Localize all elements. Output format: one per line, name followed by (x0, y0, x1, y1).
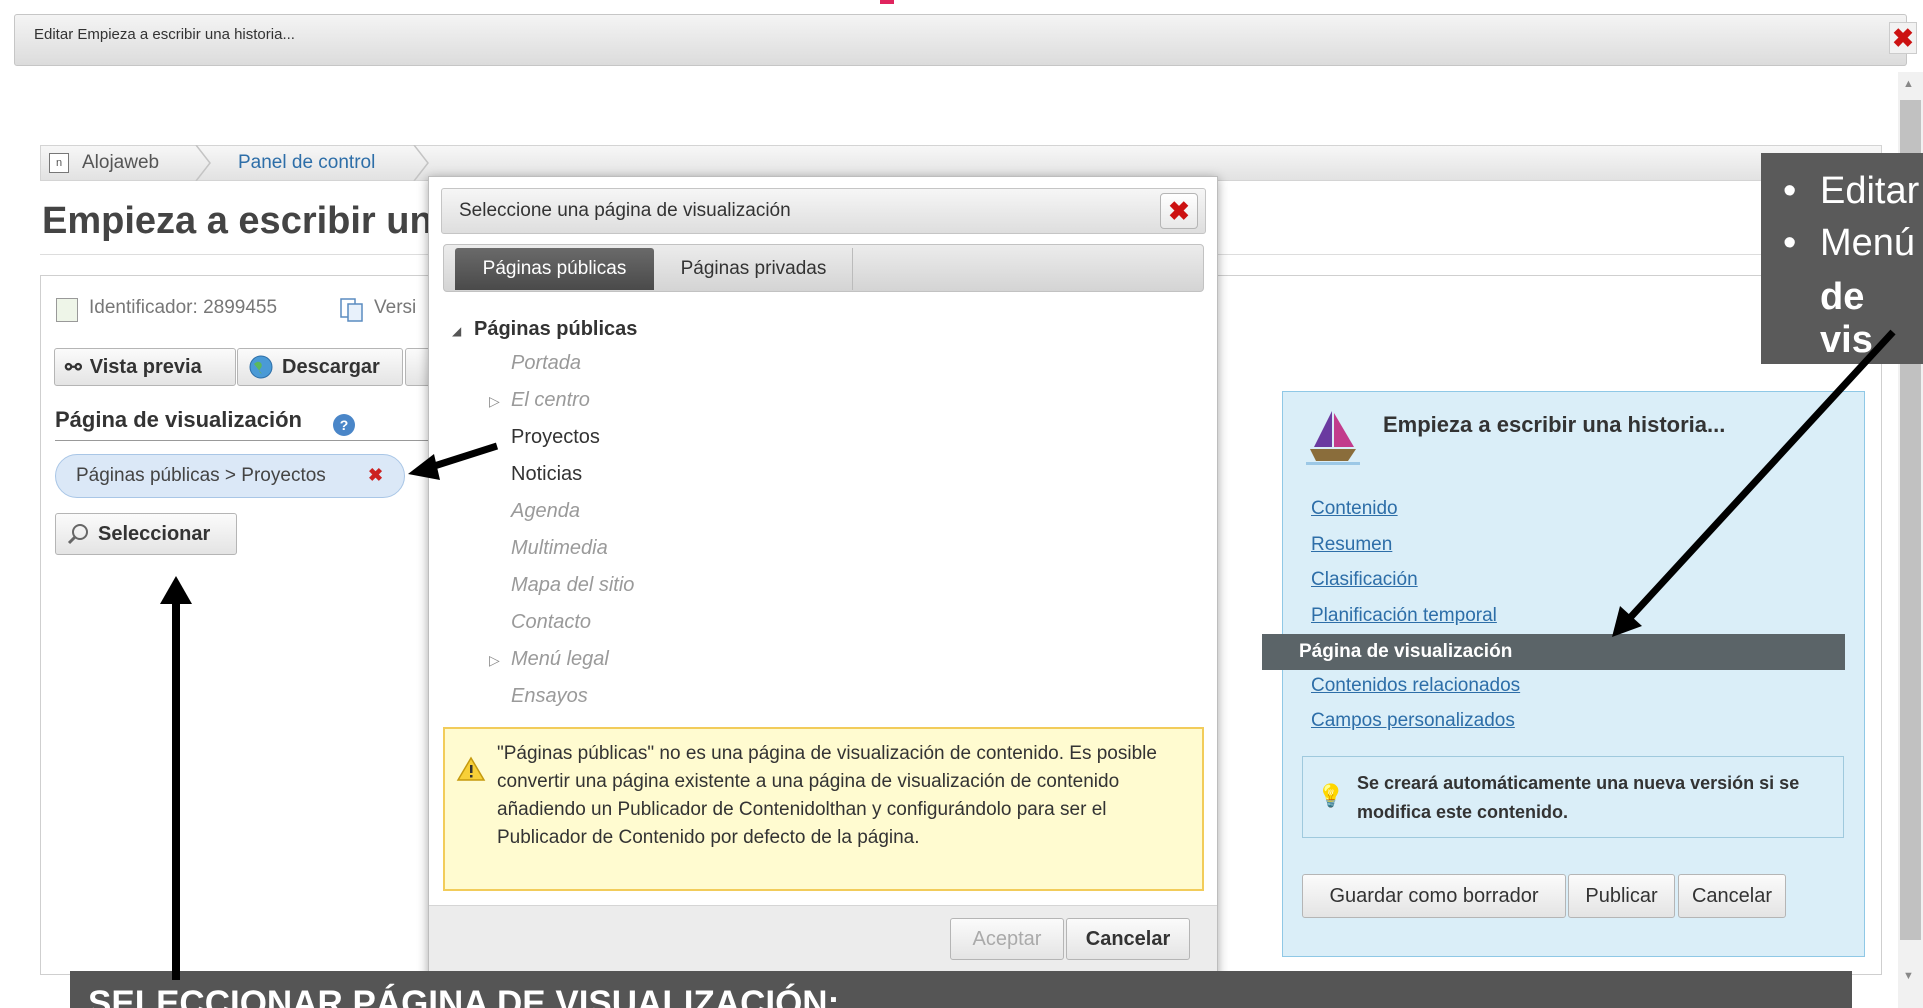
tree-item[interactable]: Proyectos (511, 426, 600, 449)
callout-line: Editar (1820, 170, 1920, 212)
warning-icon (456, 756, 486, 781)
identifier-text: Identificador: 2899455 (89, 297, 278, 318)
callout-line: de vis (1820, 276, 1873, 361)
tree-item[interactable]: Agenda (511, 500, 580, 523)
breadcrumb-separator-icon (195, 145, 211, 181)
tab-private-pages[interactable]: Páginas privadas (655, 248, 853, 290)
tree-collapse-icon[interactable]: ◢ (452, 324, 461, 338)
selected-page-chip-label: Páginas públicas > Proyectos (76, 465, 326, 486)
display-page-label: Página de visualización (55, 407, 302, 432)
warning-text: "Páginas públicas" no es una página de v… (497, 743, 1157, 848)
close-icon: ✖ (1168, 196, 1190, 226)
info-nav-link[interactable]: Resumen (1311, 534, 1392, 556)
dialog-title: Seleccione una página de visualización (459, 200, 791, 221)
selected-pointer-icon (1264, 634, 1282, 670)
callout-line: Menú (1820, 222, 1916, 264)
info-nav-link[interactable]: Campos personalizados (1311, 710, 1515, 732)
story-sailboat-icon (1306, 411, 1360, 465)
bullet-icon: • (1783, 222, 1797, 264)
version-notice-text: Se creará automáticamente una nueva vers… (1357, 773, 1800, 822)
preview-button-label: Vista previa (89, 355, 202, 378)
site-home-icon[interactable]: n (49, 153, 69, 173)
bullet-icon: • (1783, 170, 1797, 212)
binoculars-icon: ⚯ (65, 356, 82, 379)
publish-button[interactable]: Publicar (1568, 874, 1675, 918)
lightbulb-icon: 💡 (1317, 783, 1345, 808)
tree-root-public-pages[interactable]: Páginas públicas (474, 318, 637, 341)
info-nav-link[interactable]: Contenido (1311, 498, 1398, 520)
version-icon (340, 298, 363, 322)
download-button-label: Descargar (282, 355, 380, 378)
tree-item[interactable]: El centro (511, 389, 590, 412)
remove-chip-icon[interactable]: ✖ (368, 465, 383, 486)
select-page-button-label: Seleccionar (98, 522, 211, 545)
info-nav-link[interactable]: Planificación temporal (1311, 605, 1497, 627)
search-icon (67, 524, 88, 545)
info-nav-link[interactable]: Contenidos relacionados (1311, 675, 1520, 697)
globe-icon (249, 355, 273, 379)
info-panel-title: Empieza a escribir una historia... (1383, 412, 1726, 437)
tree-item[interactable]: Menú legal (511, 648, 609, 671)
tree-item[interactable]: Contacto (511, 611, 591, 634)
dialog-cancel-button[interactable]: Cancelar (1066, 918, 1190, 960)
tree-item[interactable]: Noticias (511, 463, 582, 486)
info-nav-link[interactable]: Clasificación (1311, 569, 1418, 591)
scroll-down-icon[interactable]: ▼ (1903, 970, 1914, 982)
tab-public-pages[interactable]: Páginas públicas (455, 248, 654, 290)
scroll-up-icon[interactable]: ▲ (1903, 78, 1914, 90)
window-close-button[interactable]: ✖ (1889, 22, 1917, 54)
select-page-button[interactable]: Seleccionar (55, 513, 237, 555)
breadcrumb-item-control-panel[interactable]: Panel de control (238, 152, 375, 174)
breadcrumb-item-site[interactable]: Alojaweb (82, 152, 159, 174)
info-nav-selected-display-page[interactable]: Página de visualización (1262, 634, 1845, 670)
accept-button[interactable]: Aceptar (950, 918, 1064, 960)
page-title: Empieza a escribir un (42, 200, 433, 242)
annotation-callout-bottom: SELECCIONAR PÁGINA DE VISUALIZACIÓN: (70, 971, 1852, 1008)
help-icon[interactable]: ? (333, 414, 355, 436)
version-text: Versi (374, 297, 417, 318)
window-title: Editar Empieza a escribir una historia..… (34, 26, 295, 43)
tree-expand-icon[interactable]: ▷ (489, 393, 500, 410)
section-divider (55, 440, 435, 441)
info-panel (1282, 391, 1865, 957)
cancel-button[interactable]: Cancelar (1678, 874, 1786, 918)
tree-expand-icon[interactable]: ▷ (489, 652, 500, 669)
dialog-close-button[interactable]: ✖ (1160, 193, 1198, 229)
tree-item[interactable]: Mapa del sitio (511, 574, 634, 597)
close-icon: ✖ (1892, 23, 1914, 53)
window-title-bar (14, 14, 1907, 66)
identifier-icon (56, 298, 78, 322)
download-button[interactable]: Descargar (237, 348, 403, 386)
tree-item[interactable]: Portada (511, 352, 581, 375)
tree-item[interactable]: Multimedia (511, 537, 608, 560)
preview-button[interactable]: ⚯ Vista previa (54, 348, 236, 386)
top-accent-mark (880, 0, 894, 4)
save-draft-button[interactable]: Guardar como borrador (1302, 874, 1566, 918)
tree-item[interactable]: Ensayos (511, 685, 588, 708)
